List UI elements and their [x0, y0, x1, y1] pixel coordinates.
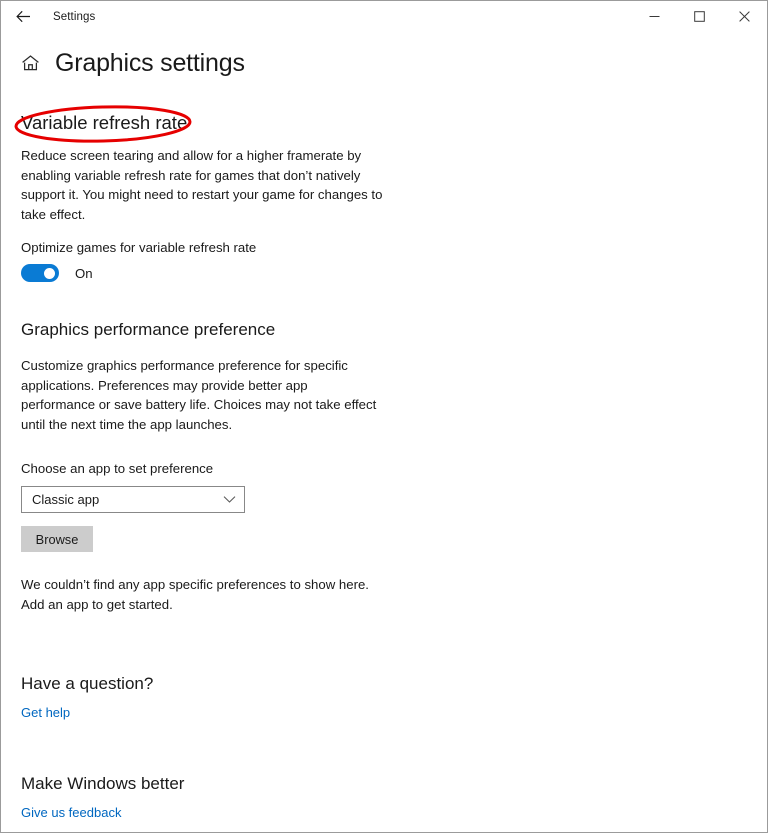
minimize-icon — [649, 11, 660, 22]
toggle-knob — [44, 267, 55, 279]
app-type-dropdown[interactable]: Classic app — [21, 486, 245, 513]
graphics-performance-description: Customize graphics performance preferenc… — [21, 358, 377, 432]
optimize-games-toggle-row: On — [21, 264, 747, 282]
optimize-games-toggle[interactable] — [21, 264, 59, 282]
variable-refresh-rate-heading: Variable refresh rate — [21, 112, 188, 133]
close-icon — [739, 11, 750, 22]
variable-refresh-rate-section: Variable refresh rate — [14, 105, 747, 143]
page-title: Graphics settings — [55, 48, 245, 77]
get-help-link[interactable]: Get help — [21, 705, 70, 720]
graphics-performance-heading: Graphics performance preference — [21, 320, 276, 339]
have-a-question-section: Have a question? Get help — [21, 674, 747, 722]
app-type-dropdown-value: Classic app — [32, 492, 100, 507]
variable-refresh-rate-description: Reduce screen tearing and allow for a hi… — [21, 148, 383, 222]
give-us-feedback-link[interactable]: Give us feedback — [21, 805, 121, 820]
chevron-down-icon — [223, 495, 236, 504]
make-windows-better-section: Make Windows better Give us feedback — [21, 774, 747, 822]
have-a-question-heading: Have a question? — [21, 674, 154, 693]
window-title: Settings — [53, 10, 96, 23]
choose-app-label: Choose an app to set preference — [21, 461, 214, 476]
browse-button[interactable]: Browse — [21, 526, 93, 552]
maximize-icon — [694, 11, 705, 22]
maximize-button[interactable] — [677, 1, 722, 32]
toggle-state-label: On — [75, 265, 93, 281]
home-icon[interactable] — [19, 52, 41, 74]
empty-state-text: We couldn’t find any app specific prefer… — [21, 577, 369, 612]
back-arrow-icon — [15, 10, 31, 23]
settings-content: Variable refresh rate Reduce screen tear… — [1, 105, 767, 822]
close-button[interactable] — [722, 1, 767, 32]
caption-button-group — [632, 1, 767, 32]
minimize-button[interactable] — [632, 1, 677, 32]
make-windows-better-heading: Make Windows better — [21, 774, 185, 793]
back-button[interactable] — [1, 2, 45, 32]
settings-window: Settings Graphics settings Variable refr… — [0, 0, 768, 833]
optimize-games-label: Optimize games for variable refresh rate — [21, 240, 257, 255]
title-bar: Settings — [1, 1, 767, 32]
page-header: Graphics settings — [1, 45, 767, 81]
